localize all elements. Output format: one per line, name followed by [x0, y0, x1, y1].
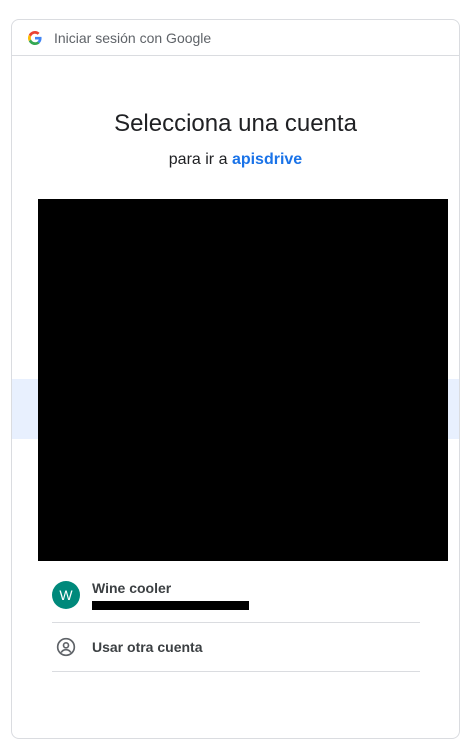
page-subtitle: para ir a apisdrive: [12, 151, 459, 169]
app-name-link[interactable]: apisdrive: [232, 151, 302, 168]
google-g-icon: [28, 30, 42, 45]
divider: [52, 622, 420, 623]
divider: [52, 671, 420, 672]
account-name: Wine cooler: [92, 580, 172, 596]
card-header: Iniciar sesión con Google: [12, 20, 459, 56]
use-another-account-button[interactable]: Usar otra cuenta: [52, 625, 420, 669]
header-title: Iniciar sesión con Google: [54, 29, 212, 46]
account-item[interactable]: W Wine cooler: [52, 570, 420, 620]
subtitle-prefix: para ir a: [168, 151, 228, 168]
person-circle-icon: [52, 633, 80, 661]
account-text: Wine cooler: [92, 580, 249, 610]
avatar: W: [52, 581, 80, 609]
page-title: Selecciona una cuenta: [114, 110, 357, 137]
sign-in-card: Iniciar sesión con Google Selecciona una…: [11, 19, 460, 739]
email-redaction: [92, 601, 249, 610]
redaction-block: [38, 199, 448, 561]
use-another-account-label: Usar otra cuenta: [92, 639, 203, 655]
